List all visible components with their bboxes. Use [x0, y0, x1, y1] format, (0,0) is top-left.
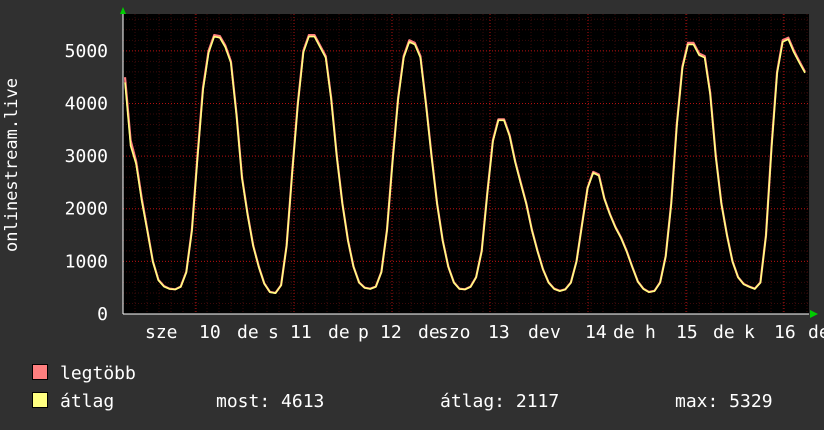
stat-max: max: 5329	[675, 391, 773, 412]
y-tick-label: 4000	[65, 93, 108, 114]
x-tick-label: 10	[199, 322, 221, 343]
chart: 010002000300040005000 sze 10 de s 11 de p 12 des…	[65, 7, 824, 343]
x-tick-label: v	[550, 322, 561, 343]
y-tick-label: 2000	[65, 199, 108, 220]
legend-item-atlag: átlag	[32, 391, 114, 412]
x-tick-label: de	[808, 322, 824, 343]
x-tick-label: 14	[585, 322, 607, 343]
x-tick-label: de	[713, 322, 735, 343]
legend-label-atlag: átlag	[60, 391, 115, 412]
x-tick-label: p	[358, 322, 369, 343]
x-tick-label: 13	[488, 322, 510, 343]
x-tick-label: k	[744, 322, 755, 343]
legend-item-legtobb: legtöbb	[32, 363, 136, 384]
y-axis-label-wrap: onlinestream.live	[0, 0, 24, 330]
x-tick-label: 15	[676, 322, 698, 343]
x-tick-label: h	[645, 322, 656, 343]
y-axis-ticks: 0 1000 2000 3000 4000 5000	[65, 41, 108, 325]
legend-label-legtobb: legtöbb	[60, 363, 136, 384]
x-tick-label: de	[528, 322, 550, 343]
atlag-swatch	[32, 392, 48, 408]
x-tick-label: 11	[290, 322, 312, 343]
y-tick-label: 5000	[65, 41, 108, 62]
x-tick-label: 12	[380, 322, 402, 343]
x-axis-arrow-icon	[810, 310, 818, 318]
x-tick-label: de	[418, 322, 440, 343]
x-tick-label: de	[613, 322, 635, 343]
x-tick-label: 16	[774, 322, 796, 343]
y-tick-label: 3000	[65, 146, 108, 167]
x-axis-ticks: sze10des11dep12deszo13dev14deh15dek16de	[145, 322, 824, 343]
x-tick-label: de	[328, 322, 350, 343]
x-tick-label: s	[268, 322, 279, 343]
x-tick-label: de	[237, 322, 259, 343]
y-tick-label: 0	[97, 304, 108, 325]
x-tick-label: sze	[145, 322, 178, 343]
stat-most: most: 4613	[216, 391, 325, 412]
x-tick-label: szo	[438, 322, 471, 343]
y-tick-label: 1000	[65, 251, 108, 272]
y-axis-label: onlinestream.live	[2, 78, 22, 252]
y-axis-arrow-icon	[120, 7, 126, 14]
legtobb-swatch	[32, 364, 48, 380]
stat-atlag: átlag: 2117	[440, 391, 560, 412]
